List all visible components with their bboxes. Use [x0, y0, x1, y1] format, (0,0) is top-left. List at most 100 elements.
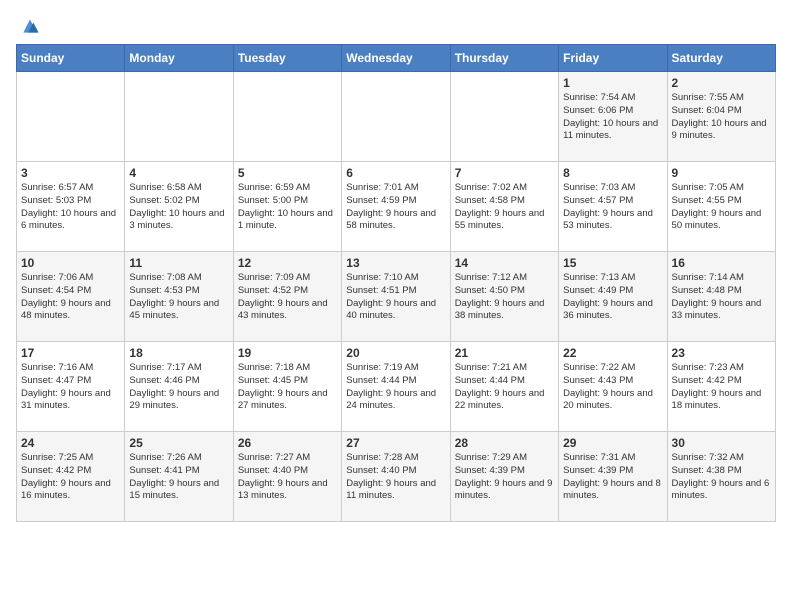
day-cell [450, 72, 558, 162]
day-header-wednesday: Wednesday [342, 45, 450, 72]
day-info: Sunrise: 7:32 AM Sunset: 4:38 PM Dayligh… [672, 452, 771, 503]
day-info: Sunrise: 7:22 AM Sunset: 4:43 PM Dayligh… [563, 362, 662, 413]
day-cell: 8 Sunrise: 7:03 AM Sunset: 4:57 PM Daylig… [559, 162, 667, 252]
day-info: Sunrise: 7:27 AM Sunset: 4:40 PM Dayligh… [238, 452, 337, 503]
day-cell: 14 Sunrise: 7:12 AM Sunset: 4:50 PM Dayli… [450, 252, 558, 342]
day-cell: 27 Sunrise: 7:28 AM Sunset: 4:40 PM Dayli… [342, 432, 450, 522]
day-header-sunday: Sunday [17, 45, 125, 72]
day-info: Sunrise: 6:57 AM Sunset: 5:03 PM Dayligh… [21, 182, 120, 233]
day-cell [342, 72, 450, 162]
day-info: Sunrise: 7:19 AM Sunset: 4:44 PM Dayligh… [346, 362, 445, 413]
day-cell: 4 Sunrise: 6:58 AM Sunset: 5:02 PM Daylig… [125, 162, 233, 252]
day-header-monday: Monday [125, 45, 233, 72]
day-number: 6 [346, 166, 445, 180]
day-info: Sunrise: 7:25 AM Sunset: 4:42 PM Dayligh… [21, 452, 120, 503]
day-number: 27 [346, 436, 445, 450]
day-info: Sunrise: 7:21 AM Sunset: 4:44 PM Dayligh… [455, 362, 554, 413]
calendar-body: 1 Sunrise: 7:54 AM Sunset: 6:06 PM Daylig… [17, 72, 776, 522]
day-cell: 3 Sunrise: 6:57 AM Sunset: 5:03 PM Daylig… [17, 162, 125, 252]
day-number: 24 [21, 436, 120, 450]
day-cell: 23 Sunrise: 7:23 AM Sunset: 4:42 PM Dayli… [667, 342, 775, 432]
day-number: 13 [346, 256, 445, 270]
week-row-1: 1 Sunrise: 7:54 AM Sunset: 6:06 PM Daylig… [17, 72, 776, 162]
calendar-header-row: SundayMondayTuesdayWednesdayThursdayFrid… [17, 45, 776, 72]
day-number: 28 [455, 436, 554, 450]
day-cell: 7 Sunrise: 7:02 AM Sunset: 4:58 PM Daylig… [450, 162, 558, 252]
day-number: 1 [563, 76, 662, 90]
day-number: 17 [21, 346, 120, 360]
day-cell [233, 72, 341, 162]
day-cell: 30Sunrise: 7:32 AM Sunset: 4:38 PM Dayli… [667, 432, 775, 522]
day-number: 3 [21, 166, 120, 180]
day-header-friday: Friday [559, 45, 667, 72]
day-cell: 29 Sunrise: 7:31 AM Sunset: 4:39 PM Dayli… [559, 432, 667, 522]
day-cell: 19Sunrise: 7:18 AM Sunset: 4:45 PM Dayli… [233, 342, 341, 432]
day-info: Sunrise: 7:03 AM Sunset: 4:57 PM Dayligh… [563, 182, 662, 233]
day-header-saturday: Saturday [667, 45, 775, 72]
day-info: Sunrise: 6:59 AM Sunset: 5:00 PM Dayligh… [238, 182, 337, 233]
day-cell: 15 Sunrise: 7:13 AM Sunset: 4:49 PM Dayli… [559, 252, 667, 342]
day-info: Sunrise: 7:26 AM Sunset: 4:41 PM Dayligh… [129, 452, 228, 503]
calendar-table: SundayMondayTuesdayWednesdayThursdayFrid… [16, 44, 776, 522]
day-number: 8 [563, 166, 662, 180]
day-cell: 5Sunrise: 6:59 AM Sunset: 5:00 PM Daylig… [233, 162, 341, 252]
day-info: Sunrise: 7:17 AM Sunset: 4:46 PM Dayligh… [129, 362, 228, 413]
day-info: Sunrise: 7:12 AM Sunset: 4:50 PM Dayligh… [455, 272, 554, 323]
day-cell: 22 Sunrise: 7:22 AM Sunset: 4:43 PM Dayli… [559, 342, 667, 432]
day-info: Sunrise: 7:01 AM Sunset: 4:59 PM Dayligh… [346, 182, 445, 233]
day-info: Sunrise: 7:55 AM Sunset: 6:04 PM Dayligh… [672, 92, 771, 143]
day-info: Sunrise: 7:06 AM Sunset: 4:54 PM Dayligh… [21, 272, 120, 323]
day-cell: 9 Sunrise: 7:05 AM Sunset: 4:55 PM Daylig… [667, 162, 775, 252]
day-info: Sunrise: 7:16 AM Sunset: 4:47 PM Dayligh… [21, 362, 120, 413]
day-cell: 2 Sunrise: 7:55 AM Sunset: 6:04 PM Daylig… [667, 72, 775, 162]
day-cell: 10 Sunrise: 7:06 AM Sunset: 4:54 PM Dayli… [17, 252, 125, 342]
day-number: 26 [238, 436, 337, 450]
logo [16, 16, 40, 36]
day-number: 23 [672, 346, 771, 360]
day-number: 21 [455, 346, 554, 360]
day-cell: 28 Sunrise: 7:29 AM Sunset: 4:39 PM Dayli… [450, 432, 558, 522]
day-cell: 16 Sunrise: 7:14 AM Sunset: 4:48 PM Dayli… [667, 252, 775, 342]
day-info: Sunrise: 7:31 AM Sunset: 4:39 PM Dayligh… [563, 452, 662, 503]
day-header-thursday: Thursday [450, 45, 558, 72]
day-number: 7 [455, 166, 554, 180]
day-info: Sunrise: 7:29 AM Sunset: 4:39 PM Dayligh… [455, 452, 554, 503]
day-info: Sunrise: 7:02 AM Sunset: 4:58 PM Dayligh… [455, 182, 554, 233]
day-cell: 18Sunrise: 7:17 AM Sunset: 4:46 PM Dayli… [125, 342, 233, 432]
week-row-2: 3 Sunrise: 6:57 AM Sunset: 5:03 PM Daylig… [17, 162, 776, 252]
day-cell [125, 72, 233, 162]
day-info: Sunrise: 7:13 AM Sunset: 4:49 PM Dayligh… [563, 272, 662, 323]
day-info: Sunrise: 7:08 AM Sunset: 4:53 PM Dayligh… [129, 272, 228, 323]
day-cell: 13 Sunrise: 7:10 AM Sunset: 4:51 PM Dayli… [342, 252, 450, 342]
day-number: 25 [129, 436, 228, 450]
day-cell: 17 Sunrise: 7:16 AM Sunset: 4:47 PM Dayli… [17, 342, 125, 432]
day-number: 16 [672, 256, 771, 270]
day-cell [17, 72, 125, 162]
day-info: Sunrise: 7:09 AM Sunset: 4:52 PM Dayligh… [238, 272, 337, 323]
day-number: 9 [672, 166, 771, 180]
day-number: 4 [129, 166, 228, 180]
day-cell: 11 Sunrise: 7:08 AM Sunset: 4:53 PM Dayli… [125, 252, 233, 342]
day-number: 11 [129, 256, 228, 270]
day-info: Sunrise: 7:05 AM Sunset: 4:55 PM Dayligh… [672, 182, 771, 233]
day-cell: 12Sunrise: 7:09 AM Sunset: 4:52 PM Dayli… [233, 252, 341, 342]
day-header-tuesday: Tuesday [233, 45, 341, 72]
day-number: 14 [455, 256, 554, 270]
day-cell: 1 Sunrise: 7:54 AM Sunset: 6:06 PM Daylig… [559, 72, 667, 162]
day-number: 29 [563, 436, 662, 450]
day-info: Sunrise: 7:28 AM Sunset: 4:40 PM Dayligh… [346, 452, 445, 503]
day-info: Sunrise: 7:10 AM Sunset: 4:51 PM Dayligh… [346, 272, 445, 323]
day-cell: 21 Sunrise: 7:21 AM Sunset: 4:44 PM Dayli… [450, 342, 558, 432]
day-number: 10 [21, 256, 120, 270]
day-info: Sunrise: 7:54 AM Sunset: 6:06 PM Dayligh… [563, 92, 662, 143]
day-info: Sunrise: 6:58 AM Sunset: 5:02 PM Dayligh… [129, 182, 228, 233]
day-cell: 24 Sunrise: 7:25 AM Sunset: 4:42 PM Dayli… [17, 432, 125, 522]
week-row-3: 10 Sunrise: 7:06 AM Sunset: 4:54 PM Dayli… [17, 252, 776, 342]
day-info: Sunrise: 7:14 AM Sunset: 4:48 PM Dayligh… [672, 272, 771, 323]
day-number: 2 [672, 76, 771, 90]
day-number: 15 [563, 256, 662, 270]
day-number: 20 [346, 346, 445, 360]
day-cell: 25 Sunrise: 7:26 AM Sunset: 4:41 PM Dayli… [125, 432, 233, 522]
day-info: Sunrise: 7:23 AM Sunset: 4:42 PM Dayligh… [672, 362, 771, 413]
day-number: 22 [563, 346, 662, 360]
